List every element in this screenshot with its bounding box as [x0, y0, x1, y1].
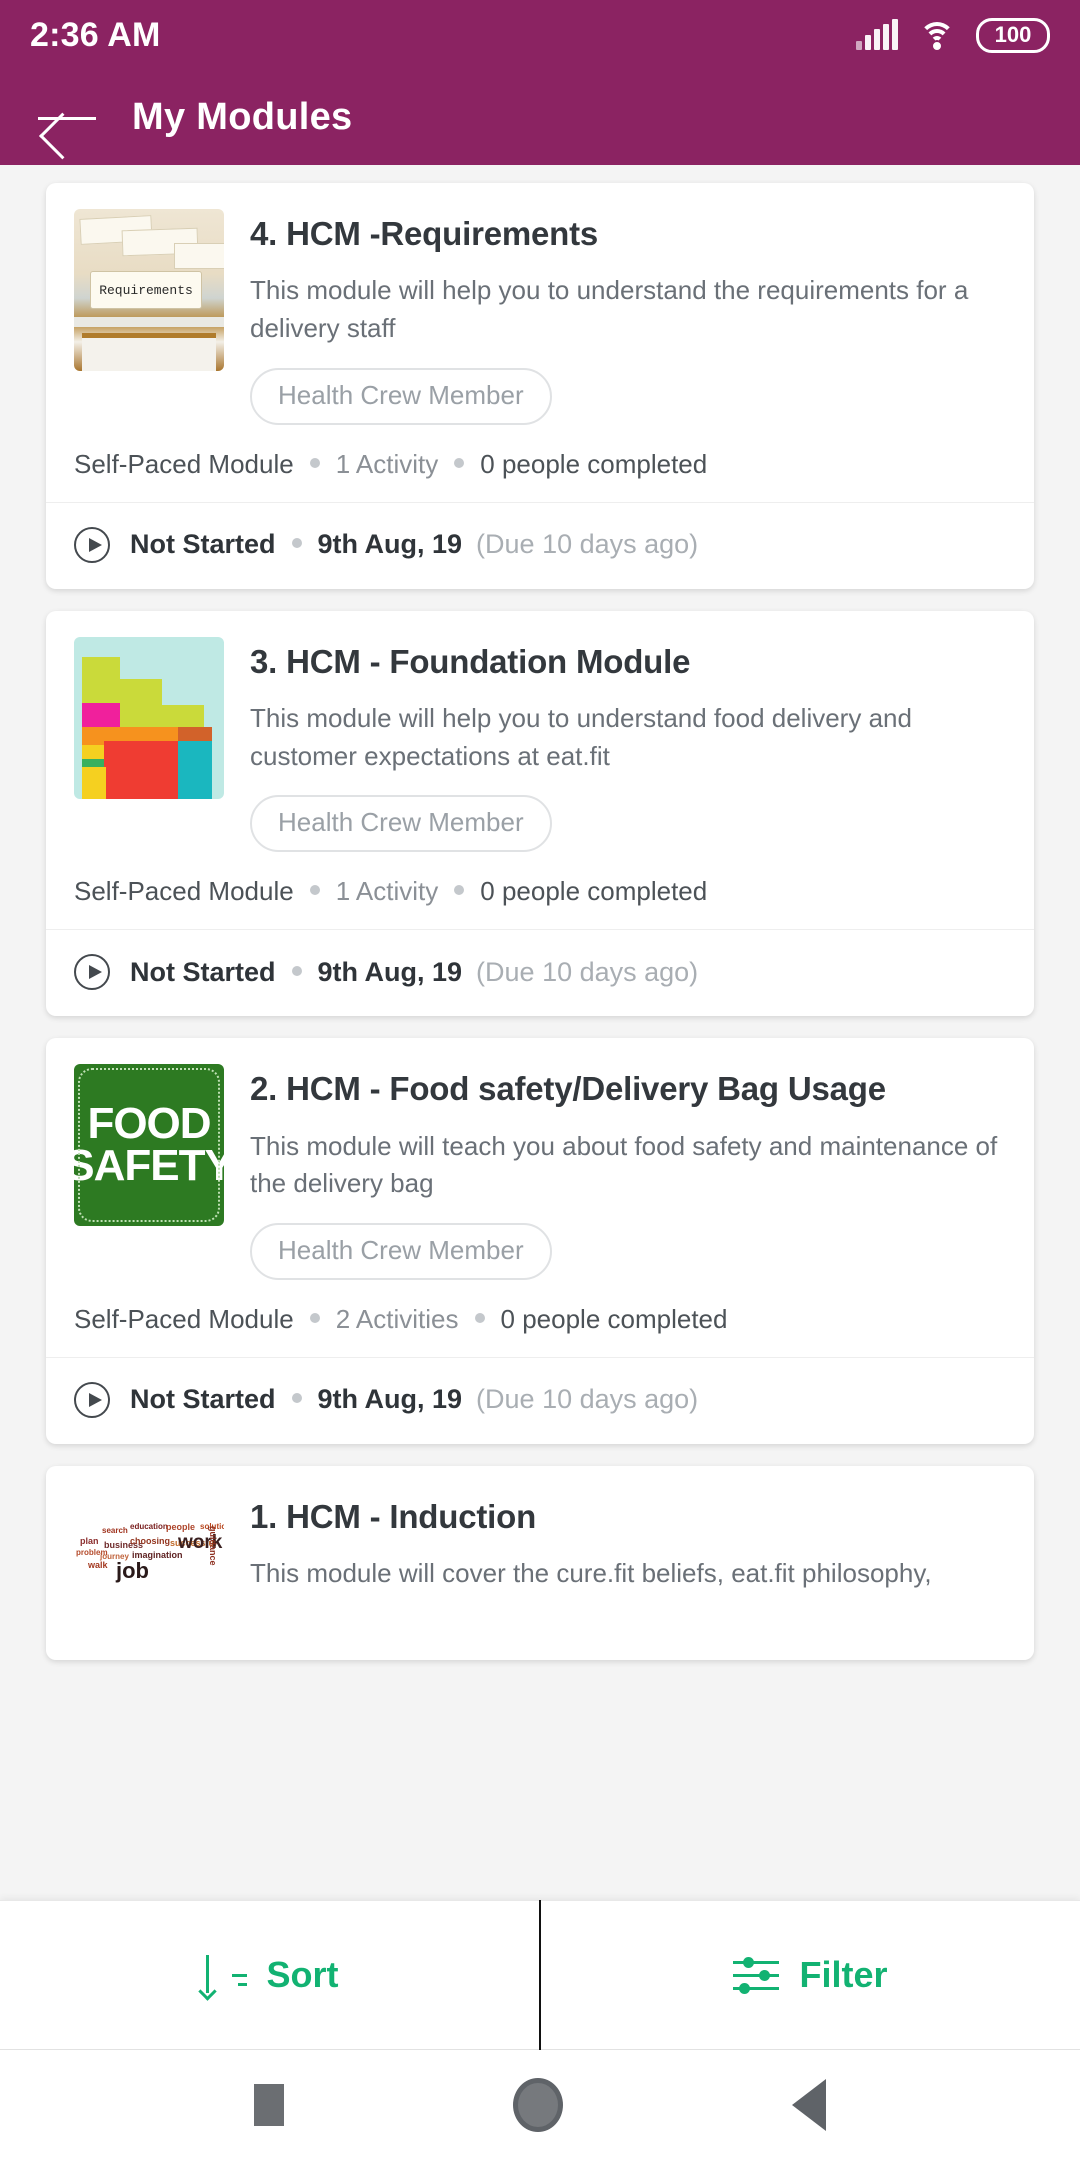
module-card-header: Requirements 4. HCM -Requirements This m…: [46, 183, 1034, 431]
module-audience-chip: Health Crew Member: [250, 367, 552, 425]
module-type: Self-Paced Module: [74, 448, 294, 479]
module-status-row[interactable]: Not Started 9th Aug, 19 (Due 10 days ago…: [46, 1356, 1034, 1444]
module-description: This module will help you to understand …: [250, 702, 912, 771]
back-arrow-icon[interactable]: [38, 96, 96, 140]
play-circle-icon[interactable]: [74, 1381, 110, 1418]
module-type: Self-Paced Module: [74, 876, 294, 907]
module-audience-chip: Health Crew Member: [250, 795, 552, 853]
module-status-row[interactable]: Not Started 9th Aug, 19 (Due 10 days ago…: [46, 929, 1034, 1016]
module-audience-chip: Health Crew Member: [250, 1222, 552, 1280]
module-title: 4. HCM -Requirements: [250, 215, 599, 252]
wifi-icon: [918, 20, 956, 50]
module-meta: Self-Paced Module 2 Activities 0 people …: [46, 1286, 1034, 1357]
sort-button[interactable]: Sort: [0, 1901, 539, 2049]
module-card[interactable]: FOOD SAFETY 2. HCM - Food safety/Deliver…: [46, 1038, 1034, 1444]
module-type: Self-Paced Module: [74, 1303, 294, 1334]
meta-separator-dot: [291, 965, 302, 976]
module-completion-count: 0 people completed: [480, 876, 708, 907]
module-card-header: 3. HCM - Foundation Module This module w…: [46, 611, 1034, 859]
module-status-row[interactable]: Not Started 9th Aug, 19 (Due 10 days ago…: [46, 501, 1034, 589]
module-status: Not Started: [130, 529, 276, 560]
sort-button-label: Sort: [266, 1954, 339, 1995]
module-status: Not Started: [130, 956, 276, 987]
building-blocks-image: [74, 636, 224, 799]
module-due: (Due 10 days ago): [476, 1384, 699, 1415]
meta-separator-dot: [309, 885, 320, 896]
module-activity-count: 2 Activities: [335, 1303, 459, 1334]
filter-button-label: Filter: [799, 1954, 888, 1995]
module-activity-count: 1 Activity: [335, 876, 439, 907]
play-circle-icon[interactable]: [74, 954, 110, 991]
module-description: This module will help you to understand …: [250, 275, 969, 343]
module-card-body: 2. HCM - Food safety/Delivery Bag Usage …: [250, 1064, 1006, 1280]
module-date: 9th Aug, 19: [317, 529, 463, 560]
page-title: My Modules: [132, 96, 353, 138]
meta-separator-dot: [309, 457, 320, 468]
module-description: This module will cover the cure.fit beli…: [250, 1558, 932, 1589]
status-bar-clock: 2:36 AM: [30, 15, 161, 54]
module-date: 9th Aug, 19: [317, 1384, 463, 1415]
requirements-folders-image: Requirements: [74, 209, 224, 371]
module-due: (Due 10 days ago): [476, 956, 699, 987]
module-description: This module will teach you about food sa…: [250, 1130, 998, 1199]
status-bar-icons: 100: [856, 17, 1050, 53]
module-status: Not Started: [130, 1384, 276, 1415]
status-bar: 2:36 AM 100: [0, 0, 1080, 70]
module-date: 9th Aug, 19: [317, 956, 463, 987]
word-cloud-image: plan problem search business journey edu…: [74, 1491, 224, 1654]
module-card-body: 3. HCM - Foundation Module This module w…: [250, 637, 1006, 853]
back-triangle-icon[interactable]: [791, 2079, 826, 2131]
recents-square-icon[interactable]: [254, 2084, 285, 2126]
module-due: (Due 10 days ago): [476, 529, 699, 560]
battery-indicator: 100: [976, 17, 1050, 53]
module-title: 1. HCM - Induction: [250, 1497, 537, 1535]
module-title: 3. HCM - Foundation Module: [250, 642, 691, 680]
module-card[interactable]: 3. HCM - Foundation Module This module w…: [46, 610, 1034, 1017]
home-circle-icon[interactable]: [512, 2078, 563, 2132]
module-card-body: 1. HCM - Induction This module will cove…: [250, 1492, 1006, 1654]
food-safety-stamp-image: FOOD SAFETY: [74, 1064, 224, 1227]
module-title: 2. HCM - Food safety/Delivery Bag Usage: [250, 1070, 886, 1108]
module-card-body: 4. HCM -Requirements This module will he…: [250, 209, 1006, 425]
filter-button[interactable]: Filter: [541, 1901, 1080, 2049]
phone-screen: 2:36 AM 100 My Modules Requirements 4. H…: [0, 0, 1080, 2160]
android-navigation-bar: [0, 2050, 1080, 2160]
module-card[interactable]: Requirements 4. HCM -Requirements This m…: [46, 183, 1034, 589]
cellular-signal-icon: [856, 19, 898, 50]
module-card-header: plan problem search business journey edu…: [46, 1466, 1034, 1660]
module-list[interactable]: Requirements 4. HCM -Requirements This m…: [0, 165, 1080, 1900]
bottom-action-bar: Sort Filter: [0, 1900, 1080, 2050]
module-completion-count: 0 people completed: [500, 1303, 728, 1334]
meta-separator-dot: [454, 457, 465, 468]
sort-descending-icon: [197, 1952, 247, 2001]
app-bar: My Modules: [0, 70, 1080, 165]
thumbnail-label: Requirements: [90, 271, 202, 309]
module-meta: Self-Paced Module 1 Activity 0 people co…: [46, 858, 1034, 929]
module-meta: Self-Paced Module 1 Activity 0 people co…: [46, 431, 1034, 502]
module-card-header: FOOD SAFETY 2. HCM - Food safety/Deliver…: [46, 1038, 1034, 1286]
meta-separator-dot: [291, 538, 302, 549]
meta-separator-dot: [454, 885, 465, 896]
meta-separator-dot: [291, 1393, 302, 1404]
module-completion-count: 0 people completed: [480, 448, 708, 479]
module-activity-count: 1 Activity: [335, 448, 439, 479]
module-card[interactable]: plan problem search business journey edu…: [46, 1465, 1034, 1660]
filter-sliders-icon: [733, 1955, 780, 1995]
meta-separator-dot: [474, 1312, 485, 1323]
meta-separator-dot: [309, 1312, 320, 1323]
play-circle-icon[interactable]: [74, 526, 110, 563]
